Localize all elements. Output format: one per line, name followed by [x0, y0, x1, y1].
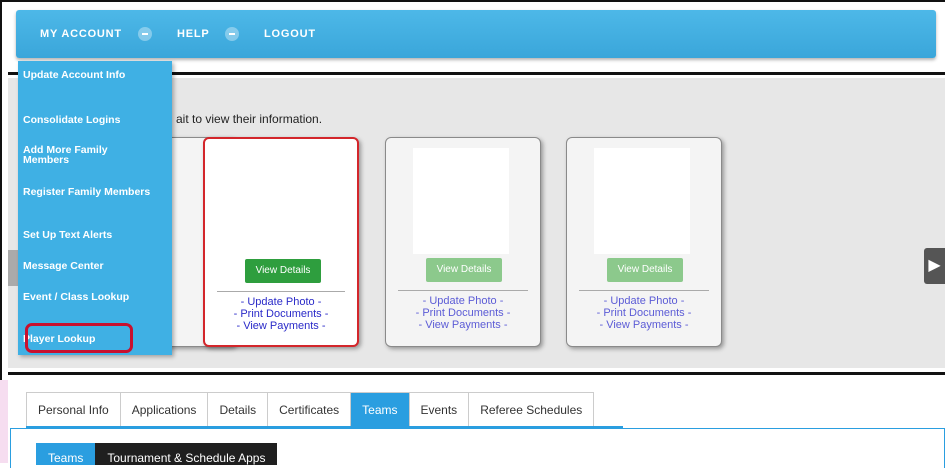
- member-card[interactable]: View Details - Update Photo - - Print Do…: [385, 137, 541, 347]
- member-card[interactable]: View Details - Update Photo - - Print Do…: [566, 137, 722, 347]
- view-details-button[interactable]: View Details: [426, 258, 502, 282]
- nav-my-account[interactable]: MY ACCOUNT: [40, 10, 122, 58]
- member-photo: [594, 148, 690, 254]
- view-payments-link[interactable]: - View Payments -: [205, 320, 357, 332]
- print-documents-link[interactable]: - Print Documents -: [205, 308, 357, 320]
- top-nav-bar: MY ACCOUNT HELP LOGOUT: [16, 10, 936, 58]
- sub-tabs: Teams Tournament & Schedule Apps: [36, 443, 278, 465]
- carousel-prev-button[interactable]: [8, 250, 18, 286]
- tab-teams[interactable]: Teams: [351, 393, 410, 427]
- divider: [398, 290, 528, 291]
- tab-events[interactable]: Events: [410, 393, 470, 427]
- tab-personal-info[interactable]: Personal Info: [27, 393, 121, 427]
- member-photo: [413, 148, 509, 254]
- chevron-down-icon[interactable]: [138, 27, 152, 41]
- print-documents-link[interactable]: - Print Documents -: [386, 307, 540, 319]
- update-photo-link[interactable]: - Update Photo -: [567, 295, 721, 307]
- menu-item-consolidate-logins[interactable]: Consolidate Logins: [23, 115, 153, 126]
- menu-item-update-account-info[interactable]: Update Account Info: [23, 70, 153, 81]
- subtab-teams[interactable]: Teams: [36, 443, 96, 465]
- menu-item-event-class-lookup[interactable]: Event / Class Lookup: [23, 292, 153, 303]
- menu-item-text-alerts[interactable]: Set Up Text Alerts: [23, 230, 153, 241]
- tab-referee-schedules[interactable]: Referee Schedules: [469, 393, 593, 427]
- profile-tabs: Personal Info Applications Details Certi…: [26, 392, 595, 428]
- decorative-edge: [0, 380, 8, 463]
- divider: [217, 291, 345, 292]
- card-links: - Update Photo - - Print Documents - - V…: [386, 295, 540, 331]
- print-documents-link[interactable]: - Print Documents -: [567, 307, 721, 319]
- instruction-text: ait to view their information.: [176, 112, 323, 126]
- tab-certificates[interactable]: Certificates: [268, 393, 352, 427]
- nav-logout[interactable]: LOGOUT: [264, 10, 316, 58]
- menu-item-register-family-members[interactable]: Register Family Members: [23, 187, 153, 198]
- update-photo-link[interactable]: - Update Photo -: [205, 296, 357, 308]
- my-account-dropdown: [18, 61, 172, 355]
- tab-details[interactable]: Details: [208, 393, 269, 427]
- view-payments-link[interactable]: - View Payments -: [567, 319, 721, 331]
- card-links: - Update Photo - - Print Documents - - V…: [567, 295, 721, 331]
- subtab-tournament-schedule-apps[interactable]: Tournament & Schedule Apps: [95, 443, 278, 465]
- carousel-next-button[interactable]: ▶: [924, 248, 945, 284]
- view-details-button[interactable]: View Details: [245, 259, 321, 283]
- nav-help[interactable]: HELP: [177, 10, 210, 58]
- menu-item-add-family-members[interactable]: Add More Family Members: [23, 145, 153, 166]
- view-details-button[interactable]: View Details: [607, 258, 683, 282]
- divider: [579, 290, 709, 291]
- update-photo-link[interactable]: - Update Photo -: [386, 295, 540, 307]
- card-links: - Update Photo - - Print Documents - - V…: [205, 296, 357, 332]
- divider: [8, 372, 945, 375]
- highlight-annotation: [25, 323, 133, 353]
- member-card-selected[interactable]: View Details - Update Photo - - Print Do…: [203, 137, 359, 347]
- menu-item-message-center[interactable]: Message Center: [23, 261, 153, 272]
- view-payments-link[interactable]: - View Payments -: [386, 319, 540, 331]
- chevron-down-icon[interactable]: [225, 27, 239, 41]
- tab-applications[interactable]: Applications: [121, 393, 209, 427]
